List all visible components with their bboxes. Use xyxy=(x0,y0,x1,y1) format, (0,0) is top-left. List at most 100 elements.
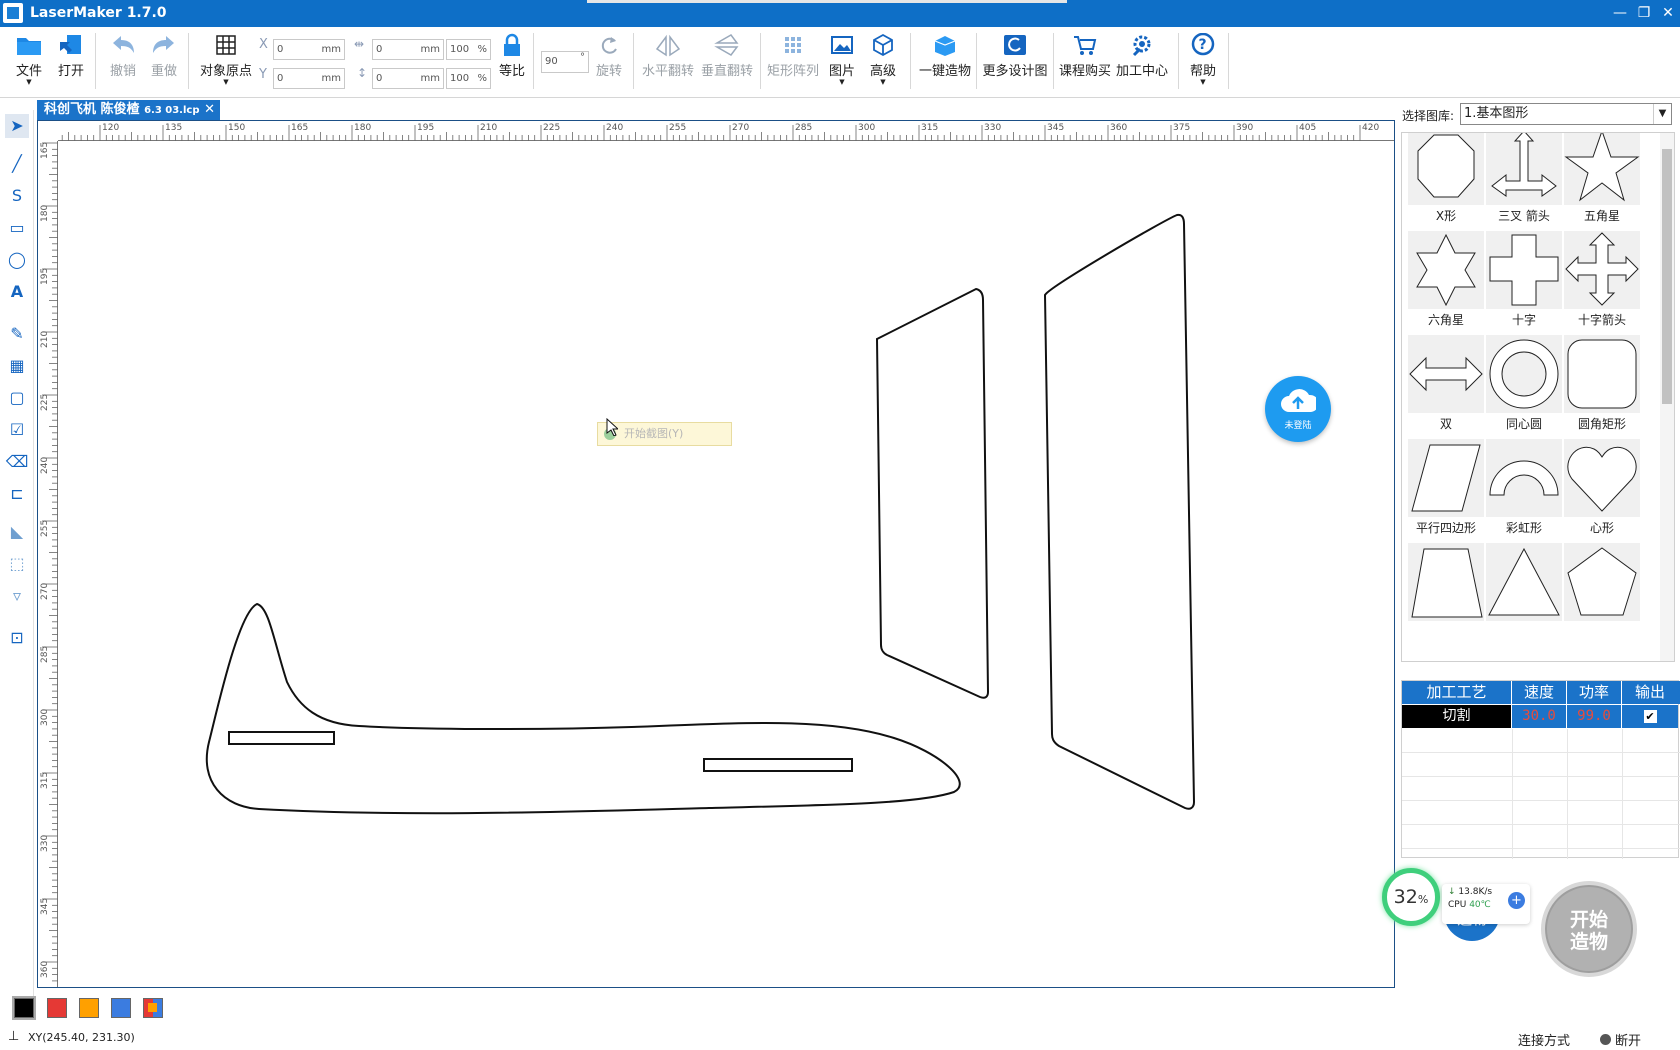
swatch-black[interactable] xyxy=(12,996,36,1020)
select-tool-icon[interactable]: ➤ xyxy=(5,114,29,138)
y-position-field[interactable]: 0 mm xyxy=(273,68,345,89)
course-purchase-button[interactable]: 课程购买 xyxy=(1059,33,1111,79)
edit-tool-icon[interactable]: ☑ xyxy=(5,418,29,442)
shape-item[interactable]: 十字 xyxy=(1484,229,1564,333)
swatch-blue[interactable] xyxy=(111,998,131,1018)
document-tab[interactable]: 科创飞机 陈俊楂 6.3 03.lcp ✕ xyxy=(37,100,220,120)
height-percent-field[interactable]: 100% xyxy=(446,68,491,89)
width-field[interactable]: 0 mm xyxy=(372,39,444,60)
shape-item[interactable]: 六角星 xyxy=(1406,229,1486,333)
ruler-h-tick-label: 270 xyxy=(732,123,749,133)
fill-tool-icon[interactable]: ◣ xyxy=(5,520,29,544)
shape-scrollbar[interactable] xyxy=(1660,133,1674,661)
object-origin-button[interactable]: 对象原点 ▼ xyxy=(196,33,256,86)
toolbox-icon[interactable]: ⊡ xyxy=(5,626,29,650)
start-build-button[interactable]: 开始 造物 xyxy=(1541,881,1637,977)
pen-tool-icon[interactable]: ✎ xyxy=(5,322,29,346)
ruler-h-tick-label: 420 xyxy=(1362,123,1379,133)
output-cell[interactable]: ✔ xyxy=(1622,705,1678,728)
horizontal-flip-icon xyxy=(655,33,681,57)
shape-item[interactable]: 圆角矩形 xyxy=(1562,333,1642,437)
ruler-v-tick-label: 195 xyxy=(40,268,50,285)
shape-item[interactable]: 三叉 箭头 xyxy=(1484,133,1564,229)
ellipse-tool-icon[interactable]: ◯ xyxy=(5,248,29,272)
cloud-login-button[interactable]: 未登陆 xyxy=(1265,376,1331,442)
table-tool-icon[interactable]: ▦ xyxy=(5,354,29,378)
minimize-button[interactable]: — xyxy=(1608,0,1632,27)
one-click-make-button[interactable]: 一键造物 xyxy=(916,33,974,79)
box-icon xyxy=(932,33,958,57)
mouse-cursor-icon xyxy=(606,418,618,436)
node-tool-icon[interactable]: ⬚ xyxy=(5,552,29,576)
open-button[interactable]: 打开 xyxy=(52,33,90,79)
swatch-red[interactable] xyxy=(47,998,67,1018)
curve-tool-icon[interactable]: S xyxy=(5,184,29,208)
rotate-icon xyxy=(596,33,622,57)
shape-item[interactable]: 十字箭头 xyxy=(1562,229,1642,333)
ruler-h-tick-label: 330 xyxy=(984,123,1001,133)
output-checkbox[interactable]: ✔ xyxy=(1643,710,1657,723)
horizontal-flip-button[interactable]: 水平翻转 xyxy=(639,33,697,79)
rectangle-tool-icon[interactable]: ▭ xyxy=(5,216,29,240)
height-field[interactable]: 0 mm xyxy=(372,68,444,89)
design-icon xyxy=(1002,33,1028,57)
image-button[interactable]: 图片 ▼ xyxy=(824,33,860,86)
process-row[interactable]: 切割 30.0 99.0 ✔ xyxy=(1402,705,1680,728)
rect-array-button[interactable]: 矩形阵列 xyxy=(764,33,822,79)
redo-button[interactable]: 重做 xyxy=(145,33,183,79)
cloud-upload-icon xyxy=(1281,389,1316,412)
width-percent-field[interactable]: 100% xyxy=(446,39,491,60)
file-button[interactable]: 文件 ▼ xyxy=(10,33,48,86)
shape-item[interactable]: 双 xyxy=(1406,333,1486,437)
shape-item[interactable]: 五角星 xyxy=(1562,133,1642,229)
page-tool-icon[interactable]: ▢ xyxy=(5,386,29,410)
advanced-button[interactable]: 高级 ▼ xyxy=(865,33,901,86)
drawing-canvas[interactable]: 120 135 150 165 180 195 210 225 240 255 270 285 300 3… xyxy=(37,120,1395,988)
ruler-h-tick-label: 240 xyxy=(606,123,623,133)
ratio-lock-button[interactable]: 等比 xyxy=(494,33,530,79)
scrollbar-thumb[interactable] xyxy=(1662,149,1672,404)
shape-item[interactable]: 平行四边形 xyxy=(1406,437,1486,541)
library-dropdown[interactable]: 1.基本图形 ▼ xyxy=(1460,103,1672,125)
shape-item[interactable]: 心形 xyxy=(1562,437,1642,541)
tab-close-icon[interactable]: ✕ xyxy=(204,100,215,120)
connection-mode-label[interactable]: 连接方式 xyxy=(1518,1030,1570,1049)
system-monitor-widget[interactable]: 造物 32% ↓ 13.8K/s CPU 40℃ + xyxy=(1382,868,1530,941)
ruler-v-tick-label: 165 xyxy=(40,142,50,159)
ruler-h-tick-label: 315 xyxy=(921,123,938,133)
shape-item[interactable]: X形 xyxy=(1406,133,1486,229)
more-designs-button[interactable]: 更多设计图 xyxy=(982,33,1048,79)
power-cell[interactable]: 99.0 xyxy=(1567,705,1622,728)
measure-tool-icon[interactable]: ⊏ xyxy=(5,482,29,506)
close-button[interactable]: ✕ xyxy=(1656,0,1680,27)
connection-status-dot xyxy=(1600,1034,1611,1045)
vertical-flip-button[interactable]: 垂直翻转 xyxy=(698,33,756,79)
shape-item[interactable] xyxy=(1484,541,1564,645)
swatch-orange[interactable] xyxy=(79,998,99,1018)
double-arrow-icon xyxy=(1408,335,1484,413)
rotate-button[interactable]: 旋转 xyxy=(591,33,627,79)
speed-cell[interactable]: 30.0 xyxy=(1512,705,1567,728)
axis-icon: ⊥ xyxy=(8,1029,20,1044)
shape-item-label: 圆角矩形 xyxy=(1577,417,1626,431)
process-center-button[interactable]: 加工中心 xyxy=(1114,33,1170,79)
shape-item[interactable]: 彩虹形 xyxy=(1484,437,1564,541)
line-tool-icon[interactable]: ╱ xyxy=(5,152,29,176)
shape-item[interactable] xyxy=(1562,541,1642,645)
rotation-angle-field[interactable]: 90 ° xyxy=(541,51,589,73)
ruler-v-tick-label: 300 xyxy=(40,709,50,726)
swatch-multicolor[interactable] xyxy=(143,998,163,1018)
text-tool-icon[interactable]: A xyxy=(5,280,29,304)
restore-button[interactable]: ❐ xyxy=(1632,0,1656,27)
shape-item[interactable]: 同心圆 xyxy=(1484,333,1564,437)
plus-icon[interactable]: + xyxy=(1508,892,1525,909)
array-icon xyxy=(780,33,806,57)
shape-item-label: 十字 xyxy=(1511,313,1536,327)
undo-button[interactable]: 撤销 xyxy=(104,33,142,79)
shape-item[interactable] xyxy=(1406,541,1486,645)
process-mode-cell[interactable]: 切割 xyxy=(1402,705,1512,728)
x-position-field[interactable]: 0 mm xyxy=(273,39,345,60)
eraser-tool-icon[interactable]: ⌫ xyxy=(5,450,29,474)
weld-tool-icon[interactable]: ▿ xyxy=(5,584,29,608)
help-button[interactable]: ? 帮助 ▼ xyxy=(1184,32,1222,86)
